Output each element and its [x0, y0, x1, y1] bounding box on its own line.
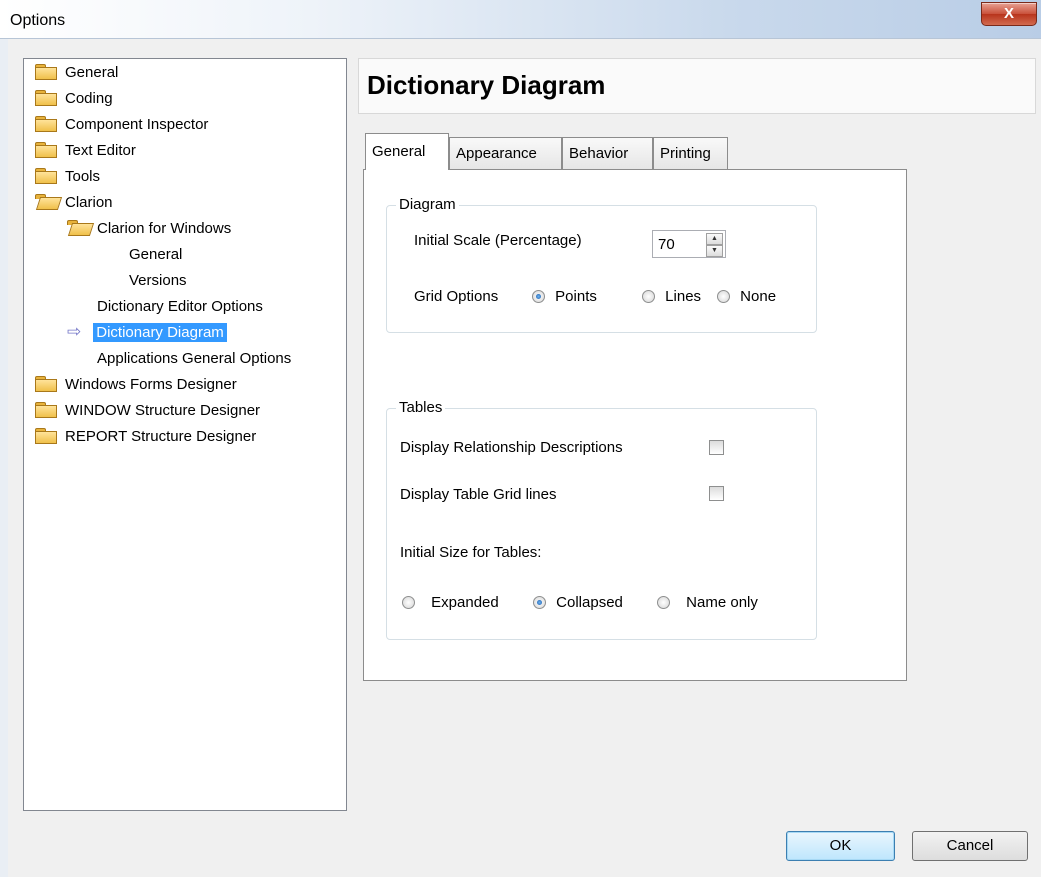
folder-open-icon	[35, 194, 57, 209]
folder-icon	[35, 116, 57, 132]
tree-item-applications-general-options[interactable]: Applications General Options	[97, 347, 291, 371]
options-dialog: Options X General Coding Component Inspe…	[0, 0, 1041, 877]
options-tree[interactable]: General Coding Component Inspector Text …	[23, 58, 347, 811]
radio-expanded[interactable]	[402, 596, 415, 609]
size-option-name-only[interactable]: Name only	[657, 594, 758, 611]
page-header: Dictionary Diagram	[358, 58, 1036, 114]
rel-desc-checkbox[interactable]	[709, 440, 724, 455]
cancel-button[interactable]: Cancel	[912, 831, 1028, 861]
spin-down-icon[interactable]: ▼	[706, 245, 723, 257]
tab-appearance[interactable]: Appearance	[449, 137, 562, 169]
tree-item-report-structure-designer[interactable]: REPORT Structure Designer	[35, 425, 256, 449]
arrow-right-icon: ⇨	[67, 322, 82, 341]
grid-option-none[interactable]: None	[717, 288, 776, 305]
diagram-group-legend: Diagram	[396, 196, 459, 213]
tree-item-coding[interactable]: Coding	[35, 87, 113, 111]
grid-option-points[interactable]: Points	[532, 288, 597, 305]
folder-icon	[35, 168, 57, 184]
close-icon: X	[1003, 5, 1014, 22]
initial-size-label: Initial Size for Tables:	[400, 544, 542, 561]
tab-general[interactable]: General	[365, 133, 449, 170]
tables-groupbox: Tables Display Relationship Descriptions…	[386, 399, 817, 640]
tree-item-tools[interactable]: Tools	[35, 165, 100, 189]
tree-item-dictionary-diagram[interactable]: ⇨ Dictionary Diagram	[67, 320, 227, 344]
page-title: Dictionary Diagram	[367, 70, 606, 100]
tab-printing[interactable]: Printing	[653, 137, 728, 169]
tree-item-versions[interactable]: Versions	[129, 269, 187, 293]
tree-item-component-inspector[interactable]: Component Inspector	[35, 113, 208, 137]
size-option-collapsed[interactable]: Collapsed	[533, 594, 623, 611]
title-bar[interactable]: Options X	[0, 0, 1041, 39]
folder-open-icon	[67, 220, 89, 235]
spin-up-icon[interactable]: ▲	[706, 233, 723, 245]
folder-icon	[35, 142, 57, 158]
tab-behavior[interactable]: Behavior	[562, 137, 653, 169]
folder-icon	[35, 428, 57, 444]
window-title: Options	[10, 12, 66, 29]
folder-icon	[35, 64, 57, 80]
grid-lines-checkbox[interactable]	[709, 486, 724, 501]
tree-item-cfw-general[interactable]: General	[129, 243, 182, 267]
size-option-expanded[interactable]: Expanded	[402, 594, 499, 611]
folder-icon	[35, 402, 57, 418]
ok-button[interactable]: OK	[786, 831, 895, 861]
grid-options-label: Grid Options	[414, 288, 499, 305]
close-button[interactable]: X	[981, 2, 1037, 26]
tables-group-legend: Tables	[396, 399, 446, 416]
radio-none[interactable]	[717, 290, 730, 303]
radio-name-only[interactable]	[657, 596, 670, 609]
rel-desc-label: Display Relationship Descriptions	[400, 439, 623, 456]
folder-icon	[35, 376, 57, 392]
client-area: General Coding Component Inspector Text …	[8, 39, 1041, 877]
grid-lines-label: Display Table Grid lines	[400, 486, 557, 503]
initial-scale-value: 70	[658, 236, 675, 253]
radio-points[interactable]	[532, 290, 545, 303]
folder-icon	[35, 90, 57, 106]
tree-item-clarion-for-windows[interactable]: Clarion for Windows	[67, 217, 231, 241]
diagram-groupbox: Diagram Initial Scale (Percentage) 70 ▲ …	[386, 196, 817, 333]
initial-scale-label: Initial Scale (Percentage)	[414, 232, 582, 249]
tree-item-window-structure-designer[interactable]: WINDOW Structure Designer	[35, 399, 260, 423]
initial-scale-spinner[interactable]: 70 ▲ ▼	[652, 230, 726, 258]
tree-item-dictionary-editor-options[interactable]: Dictionary Editor Options	[97, 295, 263, 319]
tree-item-windows-forms-designer[interactable]: Windows Forms Designer	[35, 373, 237, 397]
radio-collapsed[interactable]	[533, 596, 546, 609]
tree-item-general[interactable]: General	[35, 61, 118, 85]
grid-option-lines[interactable]: Lines	[642, 288, 701, 305]
radio-lines[interactable]	[642, 290, 655, 303]
tree-item-clarion[interactable]: Clarion	[35, 191, 113, 215]
tree-item-text-editor[interactable]: Text Editor	[35, 139, 136, 163]
tab-panel-general: Diagram Initial Scale (Percentage) 70 ▲ …	[363, 169, 907, 681]
